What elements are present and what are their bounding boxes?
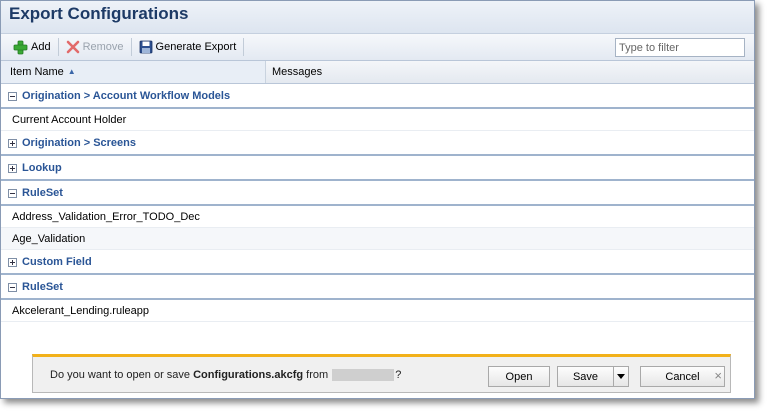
item-name-cell: Akcelerant_Lending.ruleapp [12, 304, 149, 317]
toolbar-separator [57, 38, 59, 56]
group-row[interactable]: Lookup [1, 156, 754, 181]
table-row[interactable]: Age_Validation [1, 228, 754, 250]
download-prompt: Do you want to open or save Configuratio… [50, 369, 402, 382]
item-name-cell: Address_Validation_Error_TODO_Dec [12, 210, 200, 223]
save-disk-icon [139, 40, 152, 54]
generate-export-label: Generate Export [155, 41, 237, 53]
group-label: Lookup [22, 162, 62, 174]
table-row[interactable]: Akcelerant_Lending.ruleapp [1, 300, 754, 322]
table-row[interactable]: Address_Validation_Error_TODO_Dec [1, 206, 754, 228]
table-row[interactable]: Current Account Holder [1, 109, 754, 131]
group-label: Origination > Screens [22, 137, 137, 149]
open-label: Open [505, 370, 533, 383]
column-header-item-name-label: Item Name [10, 66, 64, 78]
cancel-button[interactable]: Cancel [640, 366, 725, 387]
group-label: Custom Field [22, 256, 92, 268]
group-row[interactable]: Origination > Account Workflow Models [1, 84, 754, 109]
download-prompt-end: ? [395, 369, 402, 381]
download-filename: Configurations.akcfg [193, 369, 304, 381]
expand-toggle-icon[interactable] [8, 138, 17, 148]
add-button[interactable]: Add [9, 37, 55, 57]
save-button[interactable]: Save [557, 366, 614, 387]
toolbar: Add Remove Generate Export [1, 34, 754, 61]
redacted-source [332, 369, 395, 382]
collapse-toggle-icon[interactable] [8, 188, 17, 198]
group-row[interactable]: Custom Field [1, 250, 754, 275]
title-bar: Export Configurations [1, 1, 754, 34]
download-notification-bar: Do you want to open or save Configuratio… [32, 354, 731, 393]
group-row[interactable]: Origination > Screens [1, 131, 754, 156]
remove-label: Remove [82, 41, 124, 53]
collapse-toggle-icon[interactable] [8, 91, 17, 101]
filter-input[interactable] [615, 38, 745, 57]
export-configurations-window: Export Configurations Add Remove Generat… [0, 0, 755, 399]
toolbar-separator [130, 38, 132, 56]
save-options-dropdown[interactable] [613, 366, 629, 387]
expand-toggle-icon[interactable] [8, 163, 17, 173]
group-label: RuleSet [22, 281, 63, 293]
sort-ascending-icon: ▲ [67, 67, 76, 76]
collapse-toggle-icon[interactable] [8, 282, 17, 292]
close-icon[interactable]: × [714, 369, 722, 382]
open-button[interactable]: Open [488, 366, 550, 387]
remove-x-icon [66, 40, 79, 54]
grid-body: Origination > Account Workflow Models Cu… [1, 84, 754, 322]
page-title: Export Configurations [9, 4, 189, 23]
group-row[interactable]: RuleSet [1, 275, 754, 300]
toolbar-separator [243, 38, 245, 56]
chevron-down-icon [617, 374, 625, 379]
group-row[interactable]: RuleSet [1, 181, 754, 206]
save-label: Save [572, 370, 599, 383]
download-prompt-from: from [303, 369, 332, 381]
cancel-label: Cancel [665, 370, 700, 383]
plus-icon [13, 40, 28, 54]
generate-export-button[interactable]: Generate Export [135, 37, 241, 57]
column-header-messages[interactable]: Messages [266, 61, 754, 83]
group-label: Origination > Account Workflow Models [22, 90, 231, 102]
group-label: RuleSet [22, 187, 63, 199]
download-prompt-start: Do you want to open or save [50, 369, 194, 381]
remove-button[interactable]: Remove [62, 37, 128, 57]
add-label: Add [31, 41, 51, 53]
expand-toggle-icon[interactable] [8, 257, 17, 267]
item-name-cell: Age_Validation [12, 232, 86, 245]
column-header-item-name[interactable]: Item Name ▲ [1, 61, 266, 83]
column-header-messages-label: Messages [272, 66, 323, 78]
grid-header: Item Name ▲ Messages [1, 61, 754, 84]
item-name-cell: Current Account Holder [12, 113, 127, 126]
